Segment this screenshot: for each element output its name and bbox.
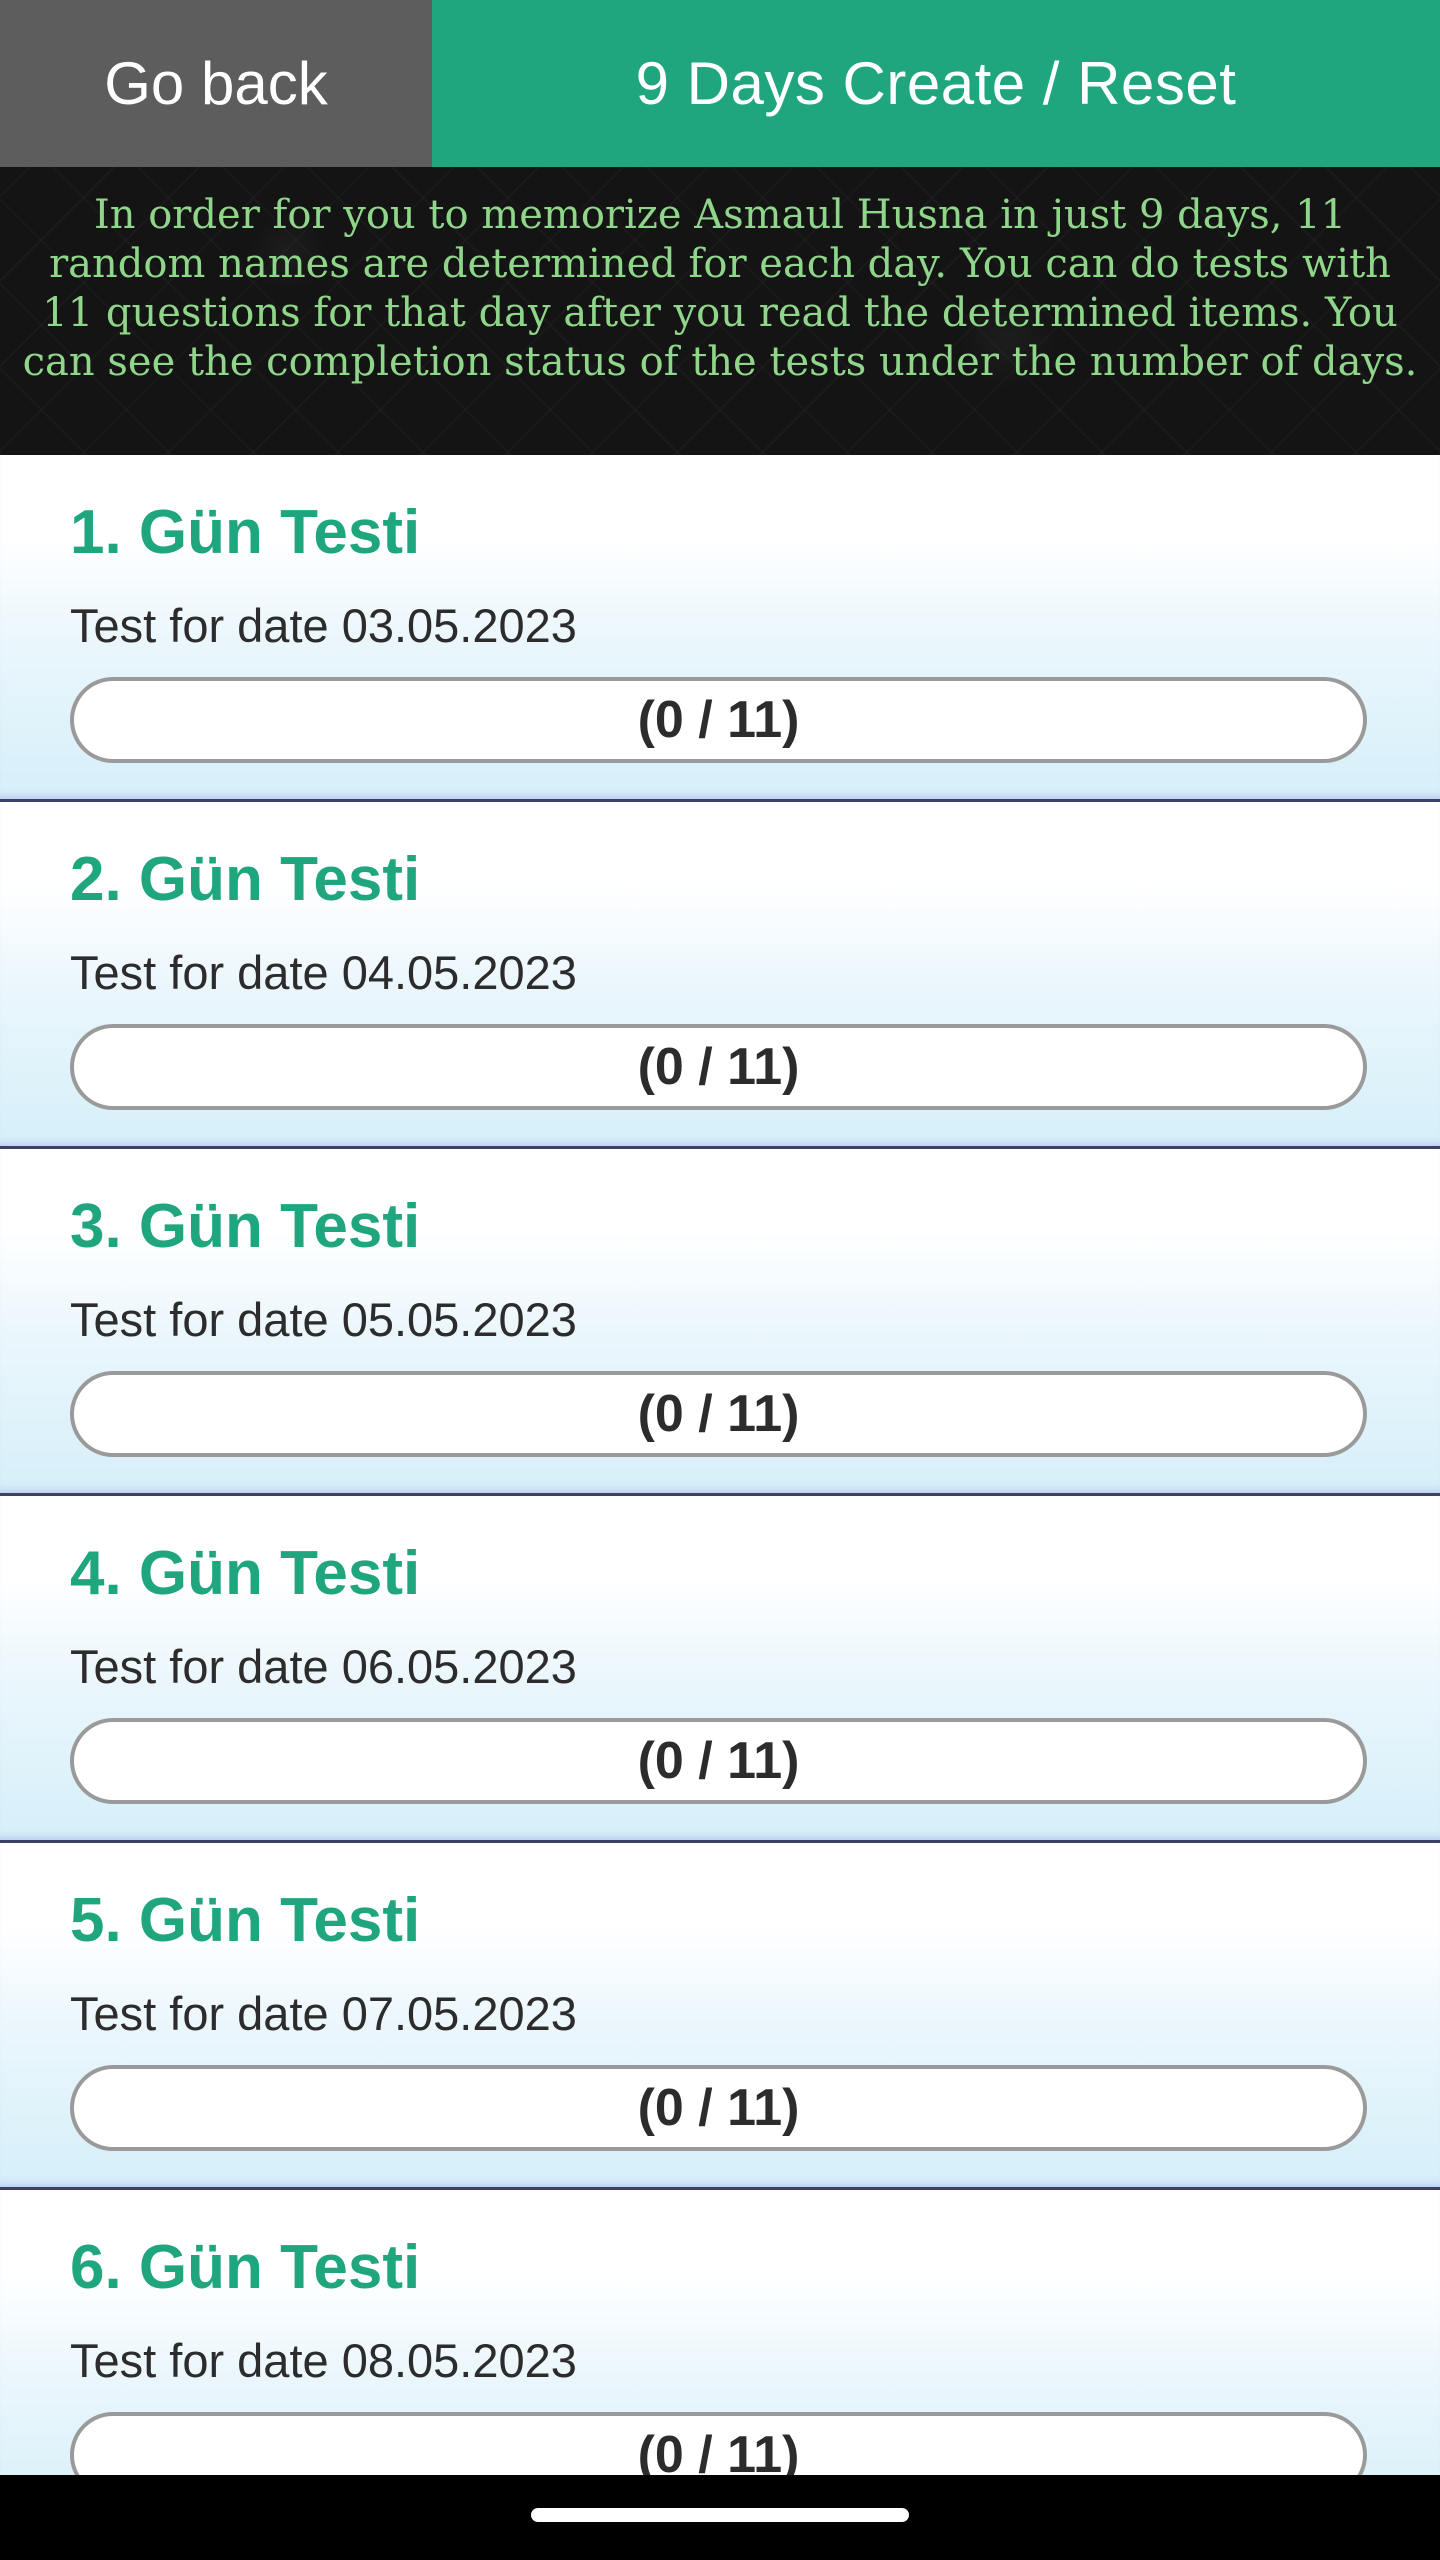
intro-banner: In order for you to memorize Asmaul Husn… [0,167,1440,455]
day-test-title: 1. Gün Testi [70,498,421,567]
day-test-date: Test for date 07.05.2023 [70,1987,577,2040]
day-test-date: Test for date 04.05.2023 [70,946,577,999]
day-test-card-3[interactable]: 3. Gün Testi Test for date 05.05.2023 (0… [0,1149,1440,1496]
day-test-title: 5. Gün Testi [70,1886,421,1955]
day-test-card-4[interactable]: 4. Gün Testi Test for date 06.05.2023 (0… [0,1496,1440,1843]
system-navigation-bar [0,2475,1440,2560]
app-screen: Go back 9 Days Create / Reset In order f… [0,0,1440,2560]
day-test-date: Test for date 05.05.2023 [70,1293,577,1346]
day-test-card-1[interactable]: 1. Gün Testi Test for date 03.05.2023 (0… [0,455,1440,802]
day-test-card-5[interactable]: 5. Gün Testi Test for date 07.05.2023 (0… [0,1843,1440,2190]
create-reset-button[interactable]: 9 Days Create / Reset [432,0,1440,167]
progress-label: (0 / 11) [637,1038,800,1096]
home-gesture-handle[interactable] [531,2508,909,2522]
go-back-button[interactable]: Go back [0,0,432,167]
day-test-date: Test for date 08.05.2023 [70,2334,577,2387]
day-test-title: 3. Gün Testi [70,1192,421,1261]
progress-label: (0 / 11) [637,1385,800,1443]
progress-bar: (0 / 11) [70,1718,1367,1804]
day-test-title: 6. Gün Testi [70,2233,421,2302]
progress-label: (0 / 11) [637,691,800,749]
day-test-list: 1. Gün Testi Test for date 03.05.2023 (0… [0,455,1440,2537]
progress-label: (0 / 11) [637,1732,800,1790]
progress-bar: (0 / 11) [70,1024,1367,1110]
day-test-title: 4. Gün Testi [70,1539,421,1608]
day-test-date: Test for date 06.05.2023 [70,1640,577,1693]
day-test-date: Test for date 03.05.2023 [70,599,577,652]
day-test-title: 2. Gün Testi [70,845,421,914]
top-bar: Go back 9 Days Create / Reset [0,0,1440,167]
progress-bar: (0 / 11) [70,1371,1367,1457]
day-test-card-2[interactable]: 2. Gün Testi Test for date 04.05.2023 (0… [0,802,1440,1149]
progress-bar: (0 / 11) [70,677,1367,763]
progress-label: (0 / 11) [637,2079,800,2137]
intro-text: In order for you to memorize Asmaul Husn… [22,192,1418,385]
progress-bar: (0 / 11) [70,2065,1367,2151]
